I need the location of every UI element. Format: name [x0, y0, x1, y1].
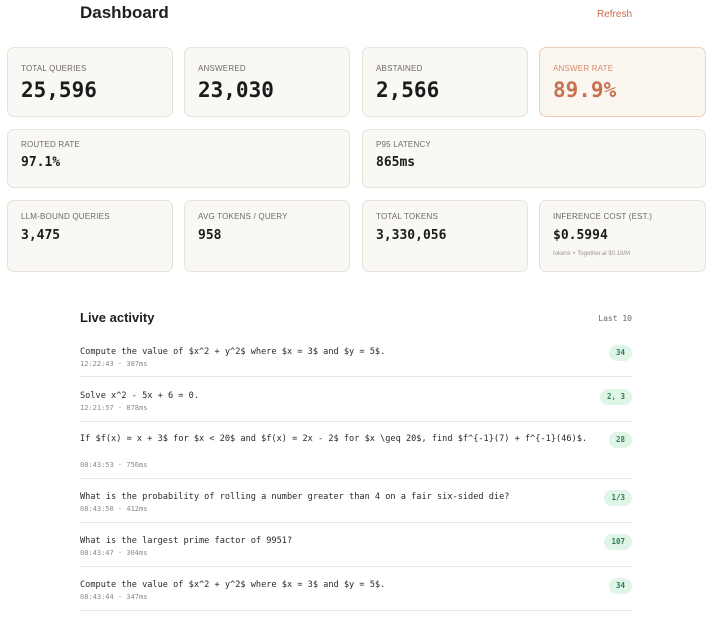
answer-badge: 34 [608, 345, 632, 361]
dashboard-header: Dashboard Refresh [80, 0, 632, 30]
activity-meta: 08:43:44 · 347ms [80, 593, 148, 601]
activity-question: Solve x^2 - 5x + 6 = 0. [80, 391, 199, 401]
stat-p95-latency: P95 LATENCY 865ms [362, 129, 706, 188]
stat-label: INFERENCE COST (EST.) [553, 212, 653, 221]
stat-total-tokens: TOTAL TOKENS 3,330,056 [362, 200, 528, 272]
stat-label: TOTAL TOKENS [376, 212, 438, 221]
stat-label: ROUTED RATE [21, 140, 80, 149]
stat-note: tokens × Together.ai $0.18/M [553, 251, 631, 257]
activity-meta: 08:43:47 · 304ms [80, 549, 148, 557]
stat-label: ABSTAINED [376, 64, 423, 73]
answer-badge: 1/3 [604, 490, 632, 506]
activity-meta: 12:21:57 · 878ms [80, 404, 148, 412]
activity-row[interactable]: What is the largest prime factor of 9951… [80, 523, 632, 567]
section-title: Live activity [80, 310, 155, 325]
refresh-button[interactable]: Refresh [597, 9, 632, 20]
activity-meta: 08:43:53 · 756ms [80, 461, 148, 469]
activity-question: If $f(x) = x + 3$ for $x < 20$ and $f(x)… [80, 434, 588, 444]
stat-total-queries: TOTAL QUERIES 25,596 [7, 47, 173, 117]
stat-label: P95 LATENCY [376, 140, 431, 149]
page-title: Dashboard [80, 3, 169, 22]
stat-value: 97.1% [21, 155, 61, 170]
answer-badge: 2, 3 [599, 389, 632, 405]
stat-label: ANSWERED [198, 64, 246, 73]
activity-question: Compute the value of $x^2 + y^2$ where $… [80, 580, 386, 590]
stat-label: AVG TOKENS / QUERY [198, 212, 288, 221]
stat-label: LLM-BOUND QUERIES [21, 212, 110, 221]
stat-answer-rate: ANSWER RATE 89.9% [539, 47, 706, 117]
activity-row[interactable]: If $f(x) = x + 3$ for $x < 20$ and $f(x)… [80, 422, 632, 479]
activity-meta: 12:22:43 · 387ms [80, 360, 148, 368]
activity-row[interactable]: Compute the value of $x^2 + y^2$ where $… [80, 336, 632, 377]
activity-question: Compute the value of $x^2 + y^2$ where $… [80, 347, 386, 357]
stat-value: 3,330,056 [376, 228, 447, 243]
stat-routed-rate: ROUTED RATE 97.1% [7, 129, 350, 188]
stat-value: $0.5994 [553, 228, 608, 243]
stat-value: 958 [198, 228, 222, 243]
activity-count: Last 10 [598, 314, 632, 323]
live-activity-header: Live activity Last 10 [80, 308, 632, 328]
stat-inference-cost: INFERENCE COST (EST.) $0.5994 tokens × T… [539, 200, 706, 272]
stat-label: ANSWER RATE [553, 64, 614, 73]
activity-row[interactable]: Compute the value of $x^2 + y^2$ where $… [80, 567, 632, 611]
answer-badge: 28 [608, 432, 632, 448]
activity-meta: 08:43:50 · 412ms [80, 505, 148, 513]
stat-value: 3,475 [21, 228, 61, 243]
stat-value: 23,030 [198, 78, 274, 102]
stat-value: 865ms [376, 155, 416, 170]
activity-row[interactable]: Solve x^2 - 5x + 6 = 0. 12:21:57 · 878ms… [80, 377, 632, 422]
stat-label: TOTAL QUERIES [21, 64, 87, 73]
stat-answered: ANSWERED 23,030 [184, 47, 350, 117]
activity-question: What is the probability of rolling a num… [80, 492, 510, 502]
stat-abstained: ABSTAINED 2,566 [362, 47, 528, 117]
answer-badge: 34 [608, 578, 632, 594]
stat-avg-tokens: AVG TOKENS / QUERY 958 [184, 200, 350, 272]
stat-value: 2,566 [376, 78, 440, 102]
stat-llm-bound-queries: LLM-BOUND QUERIES 3,475 [7, 200, 173, 272]
stat-value: 89.9% [553, 78, 617, 102]
activity-question: What is the largest prime factor of 9951… [80, 536, 293, 546]
activity-row[interactable]: What is the probability of rolling a num… [80, 479, 632, 523]
answer-badge: 107 [604, 534, 632, 550]
stat-value: 25,596 [21, 78, 97, 102]
